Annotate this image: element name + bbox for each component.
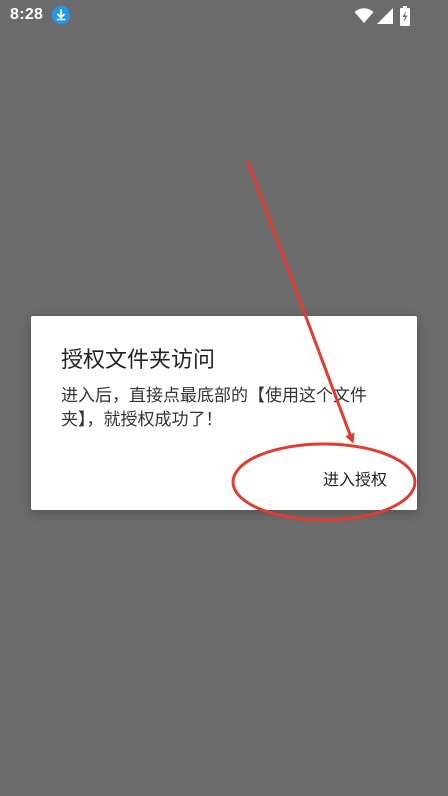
battery-charging-icon — [400, 6, 410, 26]
enter-authorize-button[interactable]: 进入授权 — [323, 466, 387, 490]
download-icon — [52, 6, 70, 24]
wifi-icon — [354, 8, 374, 23]
signal-icon — [377, 8, 393, 24]
authorize-folder-dialog: 授权文件夹访问 进入后，直接点最底部的【使用这个文件夹】，就授权成功了！ 进入授… — [31, 316, 417, 510]
status-icons — [354, 6, 418, 26]
dialog-message: 进入后，直接点最底部的【使用这个文件夹】，就授权成功了！ — [61, 386, 367, 430]
status-time: 8:28 — [10, 6, 44, 23]
dialog-title: 授权文件夹访问 — [61, 348, 216, 373]
status-bar: 8:28 — [0, 0, 448, 32]
